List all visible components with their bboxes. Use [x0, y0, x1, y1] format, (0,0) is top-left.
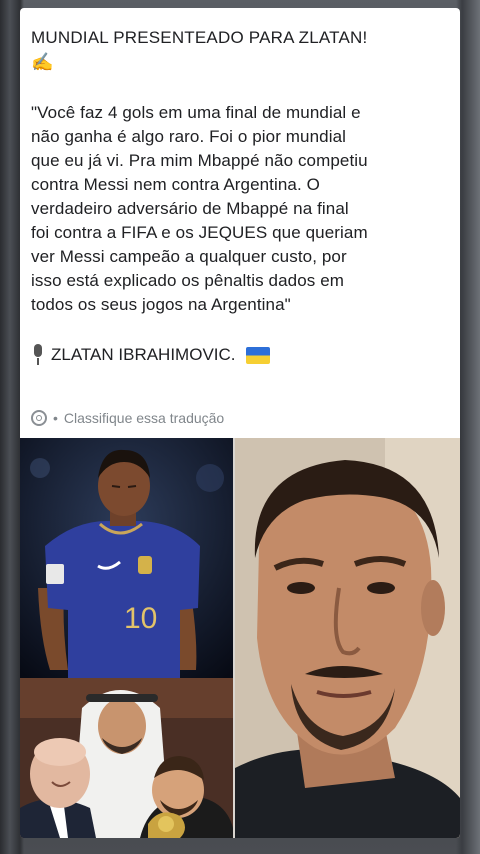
- quote-line: isso está explicado os pênaltis dados em: [31, 271, 345, 290]
- author-line: ZLATAN IBRAHIMOVIC.: [31, 343, 451, 367]
- post-headline: MUNDIAL PRESENTEADO PARA ZLATAN! ✍: [31, 26, 451, 75]
- quote-line: ver Messi campeão a qualquer custo, por: [31, 247, 347, 266]
- quote-line: verdadeiro adversário de Mbappé na final: [31, 199, 349, 218]
- headline-text: MUNDIAL PRESENTEADO PARA ZLATAN!: [31, 28, 368, 47]
- quote-line: "Você faz 4 gols em uma final de mundial…: [31, 103, 361, 122]
- photo-portrait-closeup[interactable]: [235, 438, 460, 838]
- ukraine-flag-icon: [245, 346, 270, 364]
- gear-icon: [31, 410, 47, 426]
- quote-line: foi contra a FIFA e os JEQUES que queria…: [31, 223, 368, 242]
- player-illustration: 10: [20, 438, 233, 678]
- separator-dot: •: [53, 410, 58, 426]
- quote-line: não ganha é algo raro. Foi o pior mundia…: [31, 127, 347, 146]
- post-text: MUNDIAL PRESENTEADO PARA ZLATAN! ✍ "Você…: [31, 26, 451, 367]
- author-name: ZLATAN IBRAHIMOVIC.: [51, 345, 236, 364]
- quote-line: que eu já vi. Pra mim Mbappé não competi…: [31, 151, 368, 170]
- quote-line: contra Messi nem contra Argentina. O: [31, 175, 320, 194]
- portrait-illustration: [235, 438, 460, 838]
- writing-hand-icon: ✍: [31, 52, 54, 72]
- post-card: MUNDIAL PRESENTEADO PARA ZLATAN! ✍ "Você…: [20, 8, 460, 838]
- microphone-icon: [31, 344, 45, 366]
- photo-officials-and-player[interactable]: [20, 678, 233, 838]
- photo-collage[interactable]: 10: [20, 438, 460, 838]
- jersey-number: 10: [124, 602, 157, 635]
- post-quote: "Você faz 4 gols em uma final de mundial…: [31, 101, 451, 317]
- photo-player-blue-jersey[interactable]: 10: [20, 438, 233, 678]
- rate-translation[interactable]: • Classifique essa tradução: [31, 410, 224, 426]
- officials-illustration: [20, 678, 233, 838]
- quote-line: todos os seus jogos na Argentina": [31, 295, 291, 314]
- rate-translation-label[interactable]: Classifique essa tradução: [64, 410, 224, 426]
